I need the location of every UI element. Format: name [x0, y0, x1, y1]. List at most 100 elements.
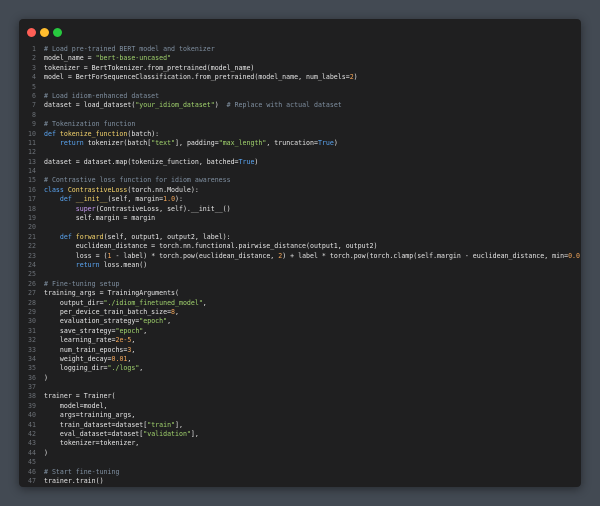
code-token: ], — [175, 420, 183, 429]
line-number: 3 — [32, 63, 36, 72]
code-token: num_train_epochs= — [44, 345, 128, 354]
code-text: model_name = "bert-base-uncased" — [44, 54, 171, 63]
code-text: def __init__(self, margin=1.0): — [44, 195, 183, 204]
code-token: ], — [190, 430, 199, 439]
code-text: euclidean_distance = torch.nn.functional… — [44, 242, 378, 251]
line-number: 33 — [28, 345, 36, 354]
line-number: 41 — [28, 420, 36, 429]
code-token: def — [44, 129, 60, 138]
line-number: 45 — [28, 458, 36, 467]
code-line: 2 model_name = "bert-base-uncased" — [19, 54, 581, 63]
code-text: model = BertForSequenceClassification.fr… — [44, 73, 358, 82]
line-number: 26 — [28, 279, 36, 288]
code-line: 9 # Tokenization function — [19, 120, 581, 129]
line-number: 7 — [32, 101, 36, 110]
code-token: learning_rate= — [44, 336, 116, 345]
code-token: return — [75, 260, 104, 269]
code-token: training_args = TrainingArguments( — [44, 289, 179, 298]
maximize-window-button[interactable] — [53, 28, 62, 37]
code-text: return loss.mean() — [44, 261, 147, 270]
line-number: 17 — [28, 195, 36, 204]
line-number: 6 — [32, 91, 36, 100]
code-token: "text" — [151, 138, 176, 147]
line-number: 19 — [28, 214, 36, 223]
code-token: loss.mean() — [103, 260, 148, 269]
line-number: 43 — [28, 439, 36, 448]
code-token: # Tokenization function — [44, 120, 136, 129]
line-number: 32 — [28, 336, 36, 345]
code-token: 1.0 — [163, 195, 176, 204]
code-token: loss = ( — [44, 251, 108, 260]
line-number: 27 — [28, 289, 36, 298]
code-token: euclidean_distance = torch.nn.functional… — [44, 242, 378, 251]
code-text: return tokenizer(batch["text"], padding=… — [44, 139, 338, 148]
code-token: "./idiom_finetuned_model" — [103, 298, 203, 307]
code-text: trainer = Trainer( — [44, 392, 115, 401]
code-token: # Contrastive loss function for idiom aw… — [44, 176, 231, 185]
code-token: "epoch" — [139, 317, 168, 326]
code-line: 43 tokenizer=tokenizer, — [19, 439, 581, 448]
code-text: self.margin = margin — [44, 214, 155, 223]
code-line: 44) — [19, 449, 581, 458]
code-text: tokenizer = BertTokenizer.from_pretraine… — [44, 64, 254, 73]
code-line: 28 output_dir="./idiom_finetuned_model", — [19, 299, 581, 308]
code-line: 17 def __init__(self, margin=1.0): — [19, 195, 581, 204]
code-line: 5 — [19, 83, 581, 92]
code-line: 37 — [19, 383, 581, 392]
line-number: 29 — [28, 307, 36, 316]
code-text: args=training_args, — [44, 411, 135, 420]
code-line: 25 — [19, 270, 581, 279]
code-line: 1 # Load pre-trained BERT model and token… — [19, 45, 581, 54]
code-token: per_device_train_batch_size= — [44, 307, 172, 316]
code-line: 42 eval_dataset=dataset["validation"], — [19, 430, 581, 439]
line-number: 23 — [28, 251, 36, 260]
line-number: 9 — [32, 120, 36, 129]
line-number: 16 — [28, 185, 36, 194]
code-line: 23 loss = (1 - label) * torch.pow(euclid… — [19, 252, 581, 261]
code-token: , — [127, 354, 132, 363]
code-token: True — [317, 138, 334, 147]
code-text: class ContrastiveLoss(torch.nn.Module): — [44, 186, 199, 195]
code-line: 8 — [19, 111, 581, 120]
code-token: # Start fine-tuning — [44, 467, 120, 476]
code-token: # Fine-tuning setup — [44, 279, 120, 288]
code-token: tokenize_function — [59, 129, 128, 138]
code-token: , — [131, 345, 136, 354]
code-line: 22 euclidean_distance = torch.nn.functio… — [19, 242, 581, 251]
close-window-button[interactable] — [27, 28, 36, 37]
code-token: dataset = dataset.map(tokenize_function,… — [44, 157, 239, 166]
code-token: ) — [44, 373, 48, 382]
code-token: args=training_args, — [44, 411, 136, 420]
line-number: 8 — [32, 110, 36, 119]
code-token: (batch): — [127, 129, 160, 138]
code-text: model=model, — [44, 402, 108, 411]
code-token: , — [175, 307, 180, 316]
code-token: "max_length" — [218, 138, 267, 147]
code-line: 33 num_train_epochs=3, — [19, 346, 581, 355]
code-line: 41 train_dataset=dataset["train"], — [19, 421, 581, 430]
line-number: 40 — [28, 411, 36, 420]
minimize-window-button[interactable] — [40, 28, 49, 37]
code-token: model_name = — [44, 54, 96, 63]
window-titlebar — [19, 19, 581, 45]
line-number: 20 — [28, 223, 36, 232]
code-line: 31 save_strategy="epoch", — [19, 327, 581, 336]
code-text: # Contrastive loss function for idiom aw… — [44, 176, 231, 185]
code-line: 7 dataset = load_dataset("your_idiom_data… — [19, 101, 581, 110]
code-line: 21 def forward(self, output1, output2, l… — [19, 233, 581, 242]
code-line: 39 model=model, — [19, 402, 581, 411]
line-number: 36 — [28, 373, 36, 382]
line-number: 13 — [28, 157, 36, 166]
code-token: 0.0 — [568, 251, 580, 260]
line-number: 24 — [28, 260, 36, 269]
code-line: 36) — [19, 374, 581, 383]
code-editor[interactable]: 1 # Load pre-trained BERT model and token… — [19, 45, 581, 486]
code-line: 4 model = BertForSequenceClassification.f… — [19, 73, 581, 82]
line-number: 30 — [28, 317, 36, 326]
code-token: weight_decay= — [44, 354, 112, 363]
code-token: self.margin = margin — [44, 214, 156, 223]
code-token: , — [131, 336, 136, 345]
